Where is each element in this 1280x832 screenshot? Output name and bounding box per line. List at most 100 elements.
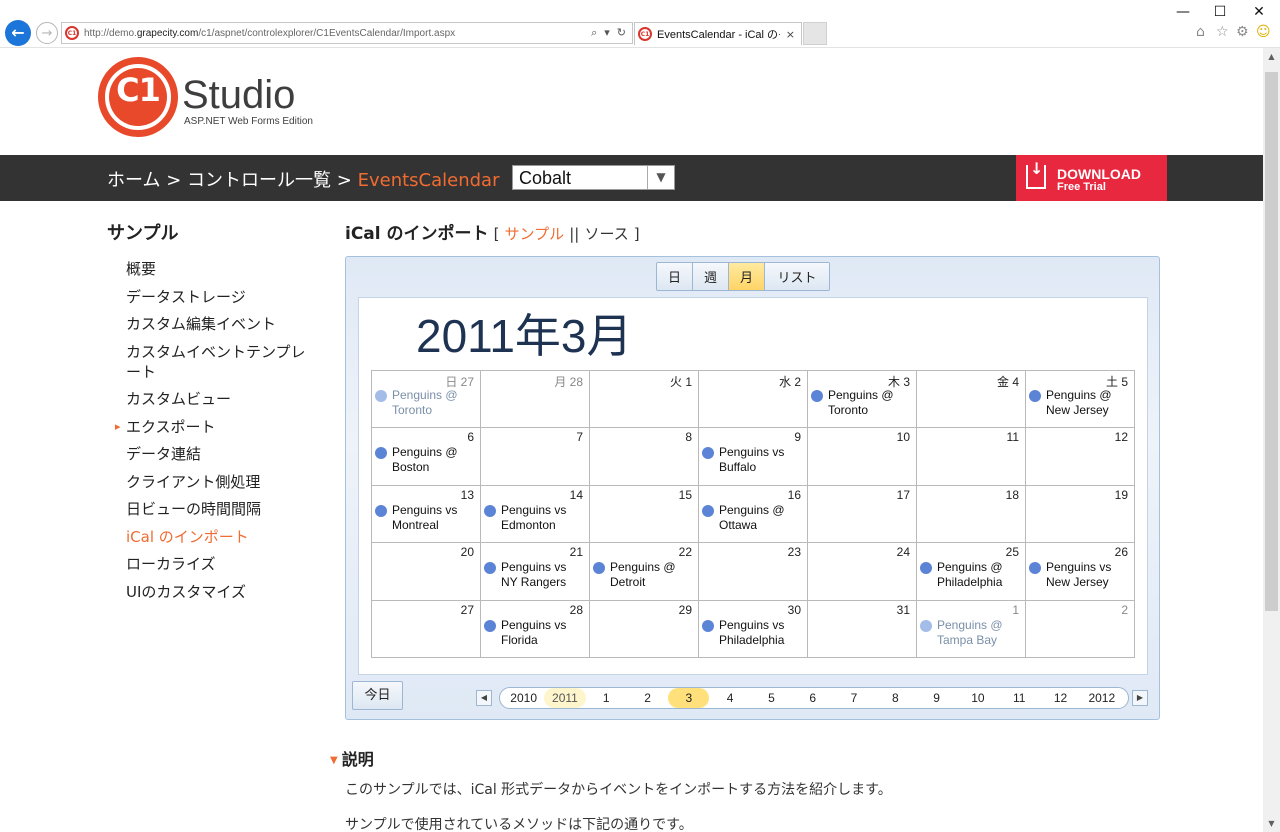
calendar-event[interactable]: Penguins vs Buffalo: [702, 445, 804, 475]
calendar-day-cell[interactable]: 木 3 Penguins @ Toronto: [808, 371, 917, 429]
description-heading[interactable]: ▼ 説明: [330, 746, 374, 770]
sample-link[interactable]: サンプル: [505, 225, 565, 243]
calendar-day-cell[interactable]: 日 27 Penguins @ Toronto: [372, 371, 481, 429]
pager-month[interactable]: 3: [668, 688, 710, 708]
pager-year[interactable]: 2011: [544, 688, 586, 708]
calendar-event[interactable]: Penguins vs Florida: [484, 618, 586, 648]
search-icon[interactable]: ⌕: [591, 26, 597, 40]
sidebar-item-ical-import[interactable]: iCal のインポート: [126, 527, 311, 547]
calendar-day-cell[interactable]: 10: [808, 428, 917, 486]
back-icon[interactable]: ←: [5, 20, 31, 46]
calendar-day-cell[interactable]: 23: [699, 543, 808, 601]
calendar-event[interactable]: Penguins @ Toronto: [375, 388, 477, 418]
sidebar-item-overview[interactable]: 概要: [126, 259, 311, 279]
sidebar-item-data-binding[interactable]: データ連結: [126, 444, 311, 464]
sidebar-item-export[interactable]: エクスポート: [115, 417, 311, 437]
calendar-day-cell[interactable]: 金 4: [917, 371, 1026, 429]
sidebar-item-localize[interactable]: ローカライズ: [126, 554, 311, 574]
calendar-event[interactable]: Penguins @ Philadelphia: [920, 560, 1022, 590]
calendar-day-cell[interactable]: 12: [1026, 428, 1135, 486]
calendar-day-cell[interactable]: 18: [917, 485, 1026, 544]
pager-month[interactable]: 4: [709, 688, 750, 708]
calendar-day-cell[interactable]: 22 Penguins @ Detroit: [590, 543, 699, 601]
calendar-day-cell[interactable]: 7: [481, 428, 590, 486]
calendar-day-cell[interactable]: 17: [808, 485, 917, 544]
breadcrumb-control-list[interactable]: コントロール一覧: [187, 170, 331, 191]
calendar-day-cell[interactable]: 26 Penguins vs New Jersey: [1026, 543, 1135, 601]
breadcrumb-current[interactable]: EventsCalendar: [358, 170, 500, 191]
source-link[interactable]: ソース: [584, 225, 628, 243]
pager-month[interactable]: 2: [627, 688, 668, 708]
breadcrumb-home[interactable]: ホーム: [107, 170, 160, 191]
sidebar-item-custom-edit-events[interactable]: カスタム編集イベント: [126, 314, 311, 334]
calendar-day-cell[interactable]: 29: [590, 600, 699, 658]
c1-studio-logo[interactable]: C1 Studio ASP.NET Web Forms Edition: [98, 57, 348, 139]
calendar-day-cell[interactable]: 6 Penguins @ Boston: [372, 428, 481, 486]
vertical-scrollbar[interactable]: ▲ ▼: [1263, 48, 1280, 832]
calendar-event[interactable]: Penguins vs Philadelphia: [702, 618, 804, 648]
calendar-event[interactable]: Penguins @ Ottawa: [702, 503, 804, 533]
home-icon[interactable]: ⌂: [1196, 24, 1205, 40]
sidebar-item-client-side[interactable]: クライアント側処理: [126, 472, 311, 492]
pager-month[interactable]: 7: [833, 688, 874, 708]
pager-month[interactable]: 9: [916, 688, 957, 708]
minimize-icon[interactable]: —: [1168, 2, 1198, 22]
feedback-smiley-icon[interactable]: ☺: [1256, 24, 1271, 40]
tab-close-icon[interactable]: ×: [786, 28, 795, 41]
calendar-day-cell[interactable]: 9 Penguins vs Buffalo: [699, 428, 808, 486]
sidebar-item-ui-customize[interactable]: UIのカスタマイズ: [126, 582, 311, 602]
calendar-day-cell[interactable]: 11: [917, 428, 1026, 486]
calendar-day-cell[interactable]: 2: [1026, 600, 1135, 658]
scroll-down-icon[interactable]: ▼: [1263, 815, 1280, 832]
calendar-day-cell[interactable]: 28 Penguins vs Florida: [481, 600, 590, 658]
pager-month[interactable]: 8: [875, 688, 916, 708]
forward-icon[interactable]: →: [36, 22, 58, 44]
calendar-event[interactable]: Penguins @ Toronto: [811, 388, 913, 418]
calendar-day-cell[interactable]: 13 Penguins vs Montreal: [372, 485, 481, 544]
pager-month[interactable]: 1: [586, 688, 627, 708]
chevron-down-icon[interactable]: ▼: [647, 166, 674, 189]
settings-gear-icon[interactable]: ⚙: [1236, 24, 1249, 40]
calendar-day-cell[interactable]: 16 Penguins @ Ottawa: [699, 485, 808, 544]
calendar-day-cell[interactable]: 21 Penguins vs NY Rangers: [481, 543, 590, 601]
scroll-up-icon[interactable]: ▲: [1263, 48, 1280, 65]
address-bar[interactable]: C1 http://demo.grapecity.com/c1/aspnet/c…: [61, 22, 633, 44]
pager-year[interactable]: 2010: [503, 688, 544, 708]
download-trial-button[interactable]: DOWNLOAD Free Trial: [1016, 155, 1167, 201]
calendar-day-cell[interactable]: 8: [590, 428, 699, 486]
browser-tab[interactable]: C1 EventsCalendar - iCal のイン... ×: [634, 22, 802, 45]
calendar-event[interactable]: Penguins vs Montreal: [375, 503, 477, 533]
calendar-day-cell[interactable]: 19: [1026, 485, 1135, 544]
pager-year[interactable]: 2012: [1081, 688, 1122, 708]
calendar-day-cell[interactable]: 24: [808, 543, 917, 601]
pager-month[interactable]: 11: [999, 688, 1040, 708]
calendar-day-cell[interactable]: 14 Penguins vs Edmonton: [481, 485, 590, 544]
sidebar-item-custom-event-template[interactable]: カスタムイベントテンプレート: [126, 342, 311, 382]
pager-month[interactable]: 5: [751, 688, 792, 708]
sidebar-item-data-storage[interactable]: データストレージ: [126, 287, 311, 307]
sidebar-item-day-view-interval[interactable]: 日ビューの時間間隔: [126, 499, 311, 519]
calendar-event[interactable]: Penguins @ Boston: [375, 445, 477, 475]
calendar-event[interactable]: Penguins @ New Jersey: [1029, 388, 1131, 418]
calendar-event[interactable]: Penguins @ Detroit: [593, 560, 695, 590]
calendar-day-cell[interactable]: 土 5 Penguins @ New Jersey: [1026, 371, 1135, 429]
calendar-day-cell[interactable]: 15: [590, 485, 699, 544]
close-window-icon[interactable]: ✕: [1244, 2, 1274, 22]
calendar-day-cell[interactable]: 火 1: [590, 371, 699, 429]
calendar-day-cell[interactable]: 30 Penguins vs Philadelphia: [699, 600, 808, 658]
calendar-day-cell[interactable]: 20: [372, 543, 481, 601]
dropdown-icon[interactable]: ▾: [604, 26, 610, 40]
today-button[interactable]: 今日: [352, 681, 403, 710]
maximize-icon[interactable]: ☐: [1205, 2, 1235, 22]
pager-next-icon[interactable]: ▶: [1132, 690, 1148, 706]
pager-month[interactable]: 10: [957, 688, 998, 708]
calendar-day-cell[interactable]: 水 2: [699, 371, 808, 429]
calendar-day-cell[interactable]: 月 28: [481, 371, 590, 429]
calendar-day-cell[interactable]: 27: [372, 600, 481, 658]
scrollbar-thumb[interactable]: [1265, 72, 1278, 611]
day-view-button[interactable]: 日: [657, 263, 693, 290]
list-view-button[interactable]: リスト: [765, 263, 829, 290]
calendar-day-cell[interactable]: 31: [808, 600, 917, 658]
calendar-event[interactable]: Penguins vs NY Rangers: [484, 560, 586, 590]
calendar-event[interactable]: Penguins @ Tampa Bay: [920, 618, 1022, 648]
